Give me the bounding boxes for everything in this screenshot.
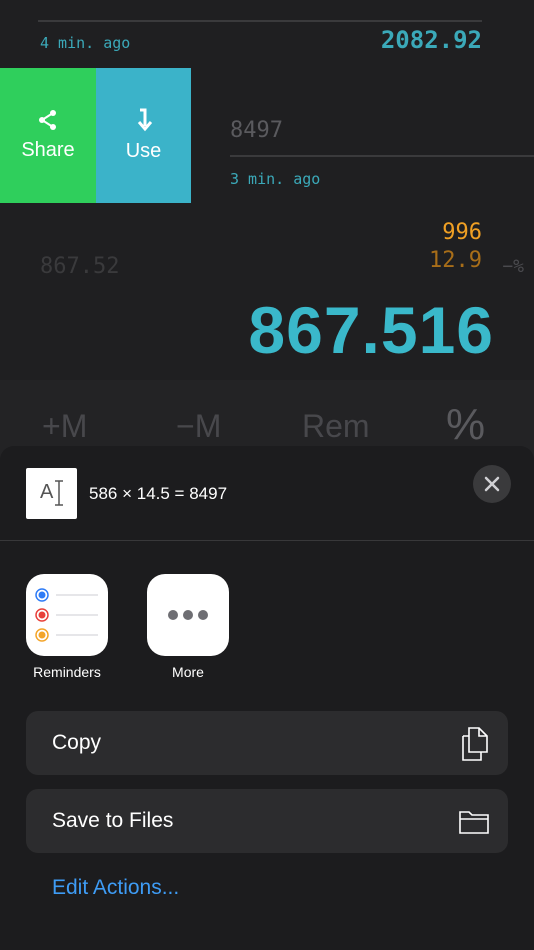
result-display[interactable]: 867.516 — [248, 292, 494, 368]
calculator-background: 4 min. ago 2082.92 Share Use 8497 3 min.… — [0, 0, 534, 460]
more-icon — [147, 574, 229, 656]
app-reminders[interactable]: Reminders — [26, 574, 108, 680]
history-time: 3 min. ago — [230, 170, 321, 188]
folder-icon — [459, 811, 489, 834]
edit-actions-link[interactable]: Edit Actions... — [52, 876, 179, 900]
use-swipe-button[interactable]: Use — [96, 68, 191, 203]
memory-add-button[interactable]: +M — [42, 408, 87, 445]
reminders-icon — [26, 574, 108, 656]
app-more[interactable]: More — [147, 574, 229, 680]
history-divider — [230, 155, 534, 157]
memory-recall-button[interactable]: Rem — [302, 408, 370, 445]
action-label: Save to Files — [52, 809, 174, 832]
action-label: Copy — [52, 731, 102, 754]
app-label: Reminders — [33, 664, 101, 680]
app-label: More — [172, 664, 204, 680]
share-icon — [39, 110, 56, 130]
text-cursor-icon — [55, 480, 63, 506]
memory-subtract-button[interactable]: −M — [176, 408, 221, 445]
share-swipe-button[interactable]: Share — [0, 68, 96, 203]
close-button[interactable] — [473, 465, 511, 503]
history-time: 4 min. ago — [40, 34, 131, 52]
save-to-files-action[interactable]: Save to Files — [26, 789, 508, 853]
history-value: 8497 — [230, 118, 283, 143]
thumbnail-letter: A — [40, 481, 54, 503]
share-label: Share — [21, 139, 75, 161]
copy-action[interactable]: Copy — [26, 711, 508, 775]
text-thumbnail: A — [26, 468, 77, 519]
previous-value: 867.52 — [40, 254, 120, 279]
history-value[interactable]: 2082.92 — [381, 26, 482, 54]
share-sheet-header: A 586 × 14.5 = 8497 — [0, 446, 534, 541]
history-divider — [38, 20, 482, 22]
copy-icon — [462, 727, 488, 761]
share-sheet: A 586 × 14.5 = 8497 Reminders More Copy … — [0, 446, 534, 950]
operand-2: 12.9 — [429, 248, 482, 273]
use-label: Use — [125, 140, 162, 162]
percent-button[interactable]: % — [446, 400, 485, 450]
close-icon — [484, 476, 500, 492]
operand-1: 996 — [442, 220, 482, 245]
share-preview-text: 586 × 14.5 = 8497 — [89, 484, 228, 503]
operator-label: −% — [502, 256, 524, 277]
arrow-down-icon — [137, 108, 152, 132]
